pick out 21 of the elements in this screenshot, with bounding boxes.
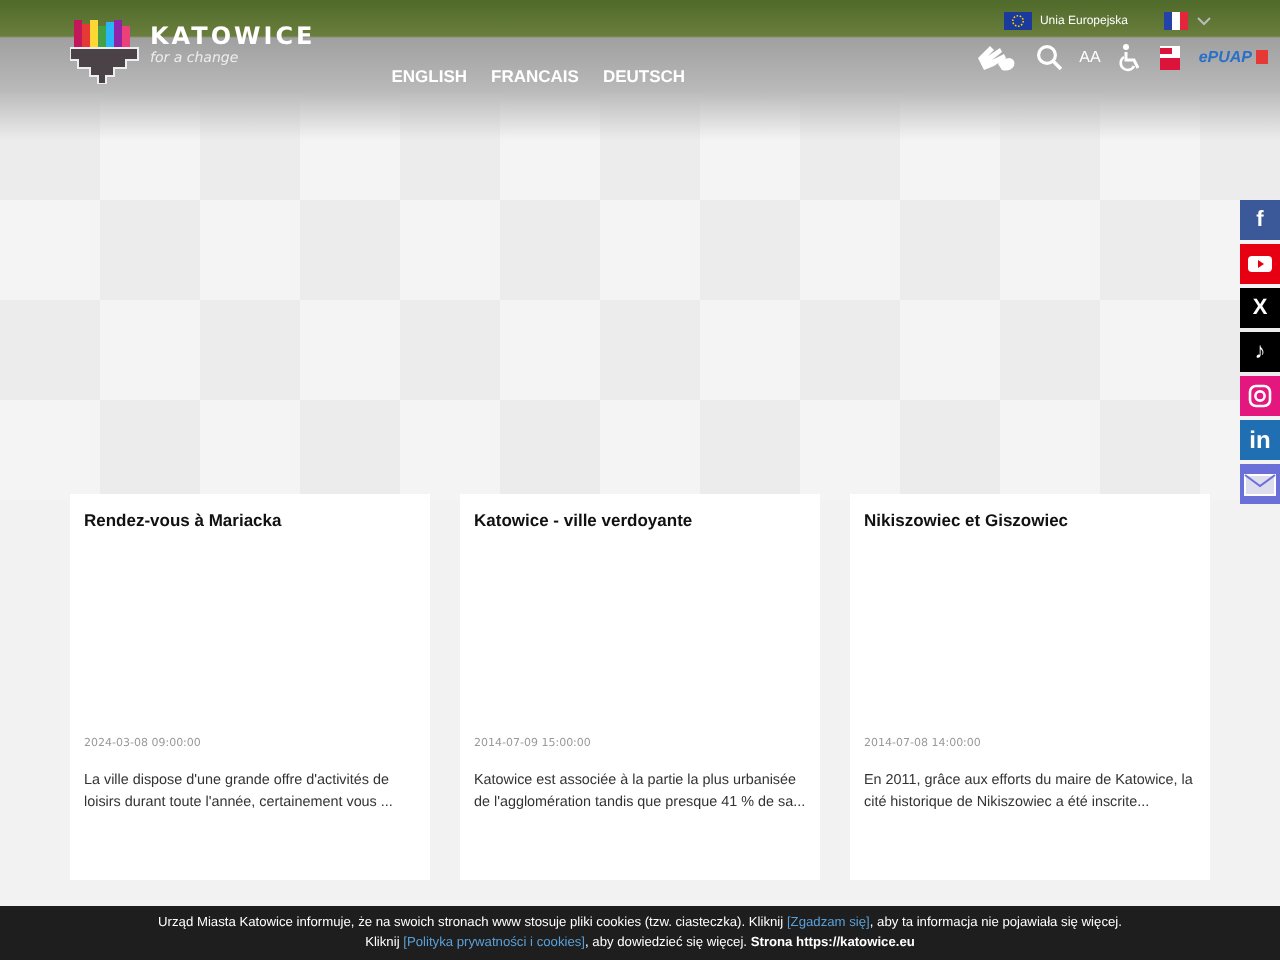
card-title: Katowice - ville verdoyante	[474, 510, 695, 530]
card-title: Nikiszowiec et Giszowiec	[864, 510, 1071, 530]
card-title: Rendez-vous à Mariacka	[84, 510, 284, 530]
search-icon[interactable]	[1035, 44, 1062, 70]
youtube-link[interactable]	[1240, 244, 1280, 284]
eu-flag-icon	[1003, 12, 1032, 30]
play-icon	[1248, 256, 1272, 272]
camera-icon	[1248, 384, 1272, 408]
facebook-link[interactable]: f	[1240, 200, 1280, 240]
instagram-link[interactable]	[1240, 376, 1280, 416]
x-link[interactable]: X	[1240, 288, 1280, 328]
poland-flag-icon[interactable]	[1160, 45, 1181, 69]
envelope-icon	[1244, 473, 1276, 495]
france-flag-icon[interactable]	[1164, 12, 1188, 30]
wheelchair-icon[interactable]	[1118, 43, 1143, 71]
tiktok-link[interactable]: ♪	[1240, 332, 1280, 372]
mail-link[interactable]	[1240, 464, 1280, 504]
heart-logo-icon[interactable]	[70, 16, 142, 84]
caret-icon[interactable]	[1196, 16, 1212, 26]
linkedin-link[interactable]: in	[1240, 420, 1280, 460]
logo-wordmark: KATOWICE	[150, 22, 316, 50]
